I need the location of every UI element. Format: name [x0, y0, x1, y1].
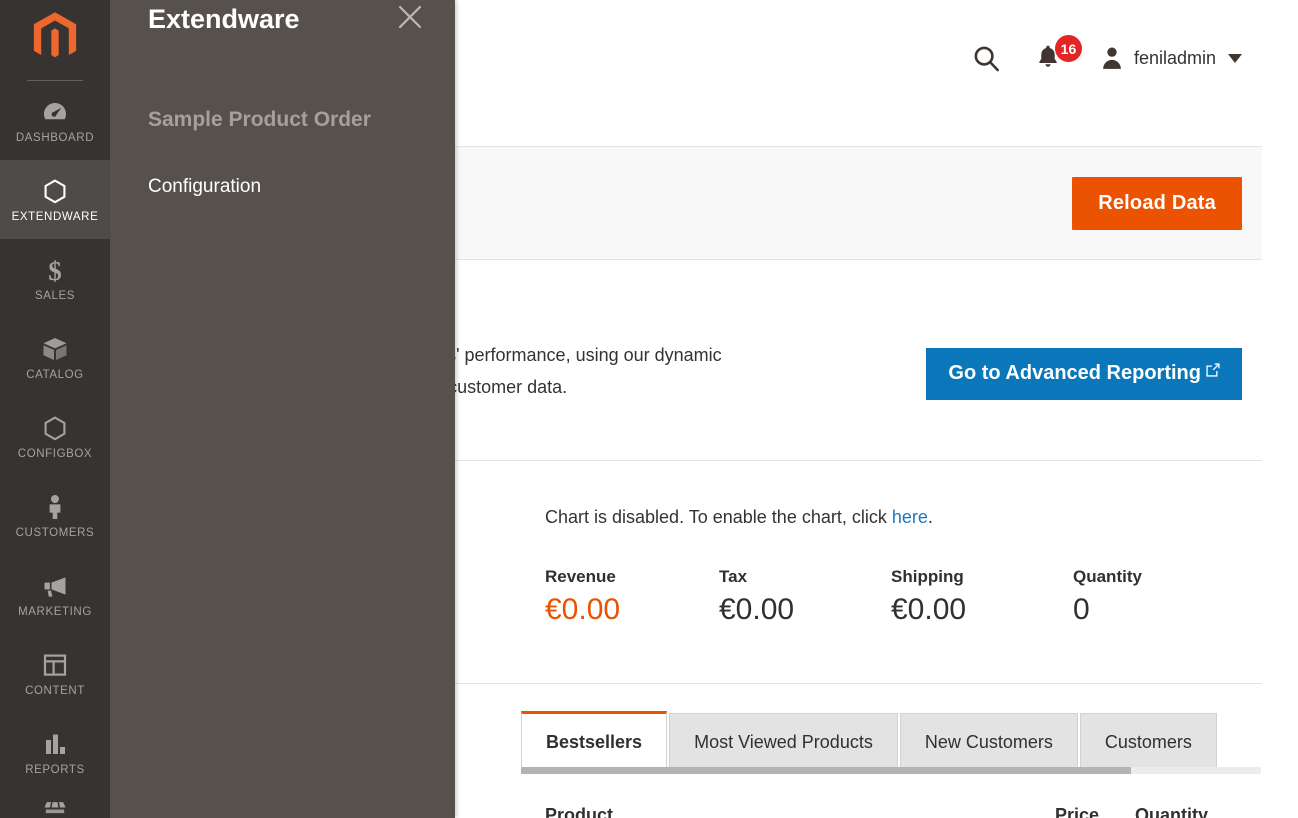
- stat-label: Quantity: [1073, 567, 1142, 586]
- store-icon: [44, 802, 66, 814]
- admin-sidebar: DASHBOARD EXTENDWARE $ SALES CATALOG CON…: [0, 0, 110, 818]
- sidebar-item-reports[interactable]: REPORTS: [0, 713, 110, 792]
- sidebar-item-customers[interactable]: CUSTOMERS: [0, 476, 110, 555]
- sidebar-item-label: CUSTOMERS: [15, 526, 95, 539]
- stat-label: Tax: [719, 567, 748, 586]
- column-header-product: Product: [545, 805, 614, 818]
- chart-disabled-suffix: .: [927, 507, 933, 527]
- tab-new-customers[interactable]: New Customers: [899, 713, 1078, 769]
- user-menu[interactable]: feniladmin: [1099, 45, 1242, 71]
- box-icon: [43, 337, 67, 360]
- go-to-advanced-reporting-button[interactable]: Go to Advanced Reporting: [926, 348, 1242, 400]
- reload-data-button[interactable]: Reload Data: [1072, 176, 1242, 230]
- flyout-section-heading: Sample Product Order: [148, 108, 371, 131]
- sidebar-item-sales[interactable]: $ SALES: [0, 239, 110, 318]
- stat-quantity: Quantity 0: [1073, 567, 1142, 627]
- stat-value: €0.00: [545, 593, 621, 626]
- person-icon: [49, 494, 61, 519]
- bar-chart-icon: [46, 734, 65, 754]
- stat-label: Shipping: [891, 567, 964, 586]
- magento-logo-icon: [33, 12, 77, 58]
- stat-value: 0: [1073, 593, 1090, 626]
- user-icon: [1103, 47, 1121, 69]
- stat-value: €0.00: [719, 593, 795, 626]
- magento-logo[interactable]: [0, 0, 110, 76]
- sidebar-item-label: DASHBOARD: [15, 131, 95, 144]
- stat-value: €0.00: [891, 593, 967, 626]
- notifications-button[interactable]: 16: [1035, 35, 1082, 75]
- sidebar-item-stores[interactable]: [0, 792, 110, 818]
- sidebar-item-extendware[interactable]: EXTENDWARE: [0, 160, 110, 239]
- dollar-icon: $: [48, 256, 62, 284]
- sidebar-item-dashboard[interactable]: DASHBOARD: [0, 81, 110, 160]
- hexagon-icon: [44, 178, 66, 203]
- chart-disabled-prefix: Chart is disabled. To enable the chart, …: [545, 507, 892, 527]
- search-button[interactable]: [971, 43, 1001, 73]
- sidebar-item-label: CATALOG: [26, 368, 84, 381]
- stat-revenue: Revenue €0.00: [545, 567, 719, 627]
- sidebar-item-content[interactable]: CONTENT: [0, 634, 110, 713]
- chart-disabled-note: Chart is disabled. To enable the chart, …: [545, 507, 933, 528]
- tab-customers[interactable]: Customers: [1079, 713, 1217, 769]
- app-root: 16 feniladmin Reload Data d of you: [0, 0, 1298, 818]
- column-header-quantity: Quantity: [1134, 805, 1208, 818]
- sidebar-item-label: EXTENDWARE: [11, 210, 99, 223]
- close-icon[interactable]: [395, 2, 425, 32]
- search-icon: [974, 46, 999, 72]
- dashboard-tabs: Bestsellers Most Viewed Products New Cus…: [521, 711, 1219, 769]
- megaphone-icon: [44, 576, 66, 597]
- sidebar-item-marketing[interactable]: MARKETING: [0, 555, 110, 634]
- sidebar-item-label: REPORTS: [25, 763, 85, 776]
- sidebar-item-label: SALES: [34, 289, 76, 302]
- tab-bestsellers[interactable]: Bestsellers: [521, 711, 668, 769]
- sidebar-item-configbox[interactable]: CONFIGBOX: [0, 397, 110, 476]
- extendware-flyout-panel: Extendware Sample Product Order Configur…: [110, 0, 455, 818]
- sidebar-item-label: MARKETING: [18, 605, 92, 618]
- stat-label: Revenue: [545, 567, 616, 586]
- stat-shipping: Shipping €0.00: [891, 567, 1073, 627]
- column-header-price: Price: [1054, 805, 1099, 818]
- layout-icon: [43, 653, 67, 676]
- bell-wrapper: 16: [1035, 35, 1082, 75]
- dashboard-gauge-icon: [44, 102, 66, 119]
- stat-tax: Tax €0.00: [719, 567, 891, 627]
- sidebar-item-catalog[interactable]: CATALOG: [0, 318, 110, 397]
- tabs-horizontal-scrollbar[interactable]: [521, 767, 1261, 774]
- chart-stats-row: Revenue €0.00 Tax €0.00 Shipping €0.00 Q…: [545, 567, 1142, 627]
- bestsellers-table-header: Product Price Quantity: [545, 805, 1238, 818]
- scrollbar-thumb[interactable]: [521, 767, 1131, 774]
- user-name-label: feniladmin: [1133, 47, 1216, 68]
- hexagon-icon: [44, 415, 66, 440]
- sidebar-item-label: CONTENT: [25, 684, 85, 697]
- go-to-advanced-reporting-label: Go to Advanced Reporting: [948, 362, 1201, 384]
- external-link-icon: [1206, 363, 1220, 377]
- flyout-item-configuration[interactable]: Configuration: [148, 176, 261, 198]
- notifications-count-badge: 16: [1054, 35, 1082, 62]
- header-tools: 16 feniladmin: [971, 35, 1242, 99]
- svg-text:$: $: [48, 256, 62, 284]
- chevron-down-icon: [1228, 53, 1242, 63]
- flyout-title: Extendware: [148, 4, 300, 34]
- sidebar-item-label: CONFIGBOX: [17, 447, 93, 460]
- column-headers-right: Price Quantity: [1055, 805, 1238, 818]
- enable-chart-link[interactable]: here: [892, 507, 928, 527]
- tab-most-viewed-products[interactable]: Most Viewed Products: [669, 713, 898, 769]
